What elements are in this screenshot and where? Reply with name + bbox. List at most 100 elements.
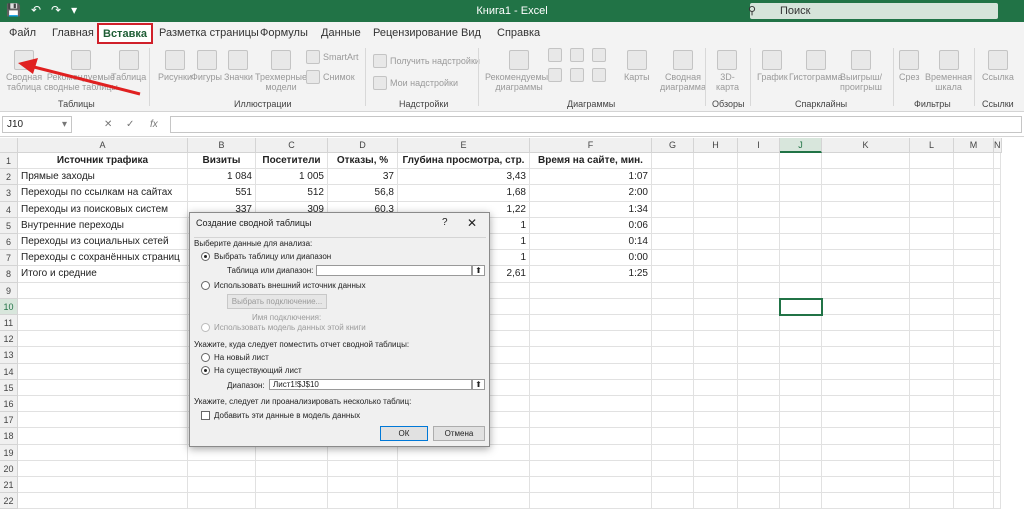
cell-k1[interactable] bbox=[822, 153, 910, 170]
area-chart-button[interactable] bbox=[570, 68, 584, 84]
pivot-chart-button[interactable]: Сводная диаграмма bbox=[660, 50, 706, 92]
cell-e21[interactable] bbox=[398, 477, 530, 494]
cell-c2[interactable]: 1 005 bbox=[256, 169, 328, 186]
cell-h16[interactable] bbox=[694, 396, 738, 413]
cell-g4[interactable] bbox=[652, 201, 694, 218]
row-header-18[interactable]: 18 bbox=[0, 428, 18, 445]
cell-j16[interactable] bbox=[780, 396, 822, 413]
cell-g15[interactable] bbox=[652, 379, 694, 396]
cancel-button[interactable]: Отмена bbox=[433, 426, 485, 441]
cell-i21[interactable] bbox=[738, 477, 780, 494]
cell-j4[interactable] bbox=[780, 201, 822, 218]
cell-j7[interactable] bbox=[780, 250, 822, 267]
cell-l1[interactable] bbox=[910, 153, 954, 170]
cell-j19[interactable] bbox=[780, 444, 822, 461]
cell-l22[interactable] bbox=[910, 493, 954, 510]
cell-k8[interactable] bbox=[822, 266, 910, 283]
column-header-f[interactable]: F bbox=[530, 138, 652, 153]
cell-j6[interactable] bbox=[780, 234, 822, 251]
cell-k11[interactable] bbox=[822, 315, 910, 332]
cell-d19[interactable] bbox=[328, 444, 398, 461]
column-header-b[interactable]: B bbox=[188, 138, 256, 153]
cell-j18[interactable] bbox=[780, 428, 822, 445]
cell-b2[interactable]: 1 084 bbox=[188, 169, 256, 186]
cell-n20[interactable] bbox=[994, 460, 1001, 477]
cell-n7[interactable] bbox=[994, 250, 1001, 267]
cell-h21[interactable] bbox=[694, 477, 738, 494]
cell-i16[interactable] bbox=[738, 396, 780, 413]
cell-l16[interactable] bbox=[910, 396, 954, 413]
cell-a17[interactable] bbox=[18, 412, 188, 429]
insert-function-icon[interactable]: fx bbox=[150, 119, 158, 130]
column-header-c[interactable]: C bbox=[256, 138, 328, 153]
cell-k3[interactable] bbox=[822, 185, 910, 202]
tab-review[interactable]: Рецензирование bbox=[373, 27, 458, 39]
cell-f16[interactable] bbox=[530, 396, 652, 413]
cell-l10[interactable] bbox=[910, 298, 954, 315]
row-header-17[interactable]: 17 bbox=[0, 412, 18, 429]
tab-page-layout[interactable]: Разметка страницы bbox=[159, 27, 259, 39]
row-header-15[interactable]: 15 bbox=[0, 379, 18, 396]
sparkline-line-button[interactable]: График bbox=[757, 50, 788, 82]
cell-d2[interactable]: 37 bbox=[328, 169, 398, 186]
cell-n10[interactable] bbox=[994, 298, 1001, 315]
tab-insert[interactable]: Вставка bbox=[97, 23, 153, 44]
cell-n9[interactable] bbox=[994, 282, 1001, 299]
cell-g5[interactable] bbox=[652, 217, 694, 234]
cell-l15[interactable] bbox=[910, 379, 954, 396]
cell-n6[interactable] bbox=[994, 234, 1001, 251]
cell-h18[interactable] bbox=[694, 428, 738, 445]
cell-f20[interactable] bbox=[530, 460, 652, 477]
cell-n13[interactable] bbox=[994, 347, 1001, 364]
cell-m2[interactable] bbox=[954, 169, 994, 186]
cell-g3[interactable] bbox=[652, 185, 694, 202]
column-header-k[interactable]: K bbox=[822, 138, 910, 153]
cell-m19[interactable] bbox=[954, 444, 994, 461]
cell-i22[interactable] bbox=[738, 493, 780, 510]
cell-e19[interactable] bbox=[398, 444, 530, 461]
cell-a10[interactable] bbox=[18, 298, 188, 315]
cell-f18[interactable] bbox=[530, 428, 652, 445]
cell-a8[interactable]: Итого и средние bbox=[18, 266, 188, 283]
cell-c3[interactable]: 512 bbox=[256, 185, 328, 202]
row-header-19[interactable]: 19 bbox=[0, 444, 18, 461]
cell-m13[interactable] bbox=[954, 347, 994, 364]
cell-g22[interactable] bbox=[652, 493, 694, 510]
cell-m12[interactable] bbox=[954, 331, 994, 348]
cell-k22[interactable] bbox=[822, 493, 910, 510]
row-header-8[interactable]: 8 bbox=[0, 266, 18, 283]
cell-n3[interactable] bbox=[994, 185, 1001, 202]
cell-h15[interactable] bbox=[694, 379, 738, 396]
cell-j17[interactable] bbox=[780, 412, 822, 429]
cell-l3[interactable] bbox=[910, 185, 954, 202]
cell-j20[interactable] bbox=[780, 460, 822, 477]
cell-i11[interactable] bbox=[738, 315, 780, 332]
cell-a11[interactable] bbox=[18, 315, 188, 332]
sparkline-winloss-button[interactable]: Выигрыш/ проигрыш bbox=[840, 50, 882, 92]
row-header-20[interactable]: 20 bbox=[0, 460, 18, 477]
cell-k14[interactable] bbox=[822, 363, 910, 380]
row-header-6[interactable]: 6 bbox=[0, 234, 18, 251]
cell-i14[interactable] bbox=[738, 363, 780, 380]
pictures-button[interactable]: Рисунки bbox=[158, 50, 192, 82]
cell-k10[interactable] bbox=[822, 298, 910, 315]
slicer-button[interactable]: Срез bbox=[899, 50, 919, 82]
cell-e3[interactable]: 1,68 bbox=[398, 185, 530, 202]
cell-f13[interactable] bbox=[530, 347, 652, 364]
cell-k16[interactable] bbox=[822, 396, 910, 413]
row-header-21[interactable]: 21 bbox=[0, 477, 18, 494]
cell-h13[interactable] bbox=[694, 347, 738, 364]
cell-g1[interactable] bbox=[652, 153, 694, 170]
cell-c1[interactable]: Посетители bbox=[256, 153, 328, 170]
cell-m10[interactable] bbox=[954, 298, 994, 315]
cell-g14[interactable] bbox=[652, 363, 694, 380]
close-icon[interactable]: ✕ bbox=[467, 216, 477, 230]
add-to-data-model-checkbox[interactable] bbox=[201, 411, 210, 420]
cell-l13[interactable] bbox=[910, 347, 954, 364]
cell-f7[interactable]: 0:00 bbox=[530, 250, 652, 267]
cell-k17[interactable] bbox=[822, 412, 910, 429]
cell-c21[interactable] bbox=[256, 477, 328, 494]
cell-g20[interactable] bbox=[652, 460, 694, 477]
cell-m17[interactable] bbox=[954, 412, 994, 429]
get-addins-button[interactable]: Получить надстройки bbox=[373, 54, 480, 68]
